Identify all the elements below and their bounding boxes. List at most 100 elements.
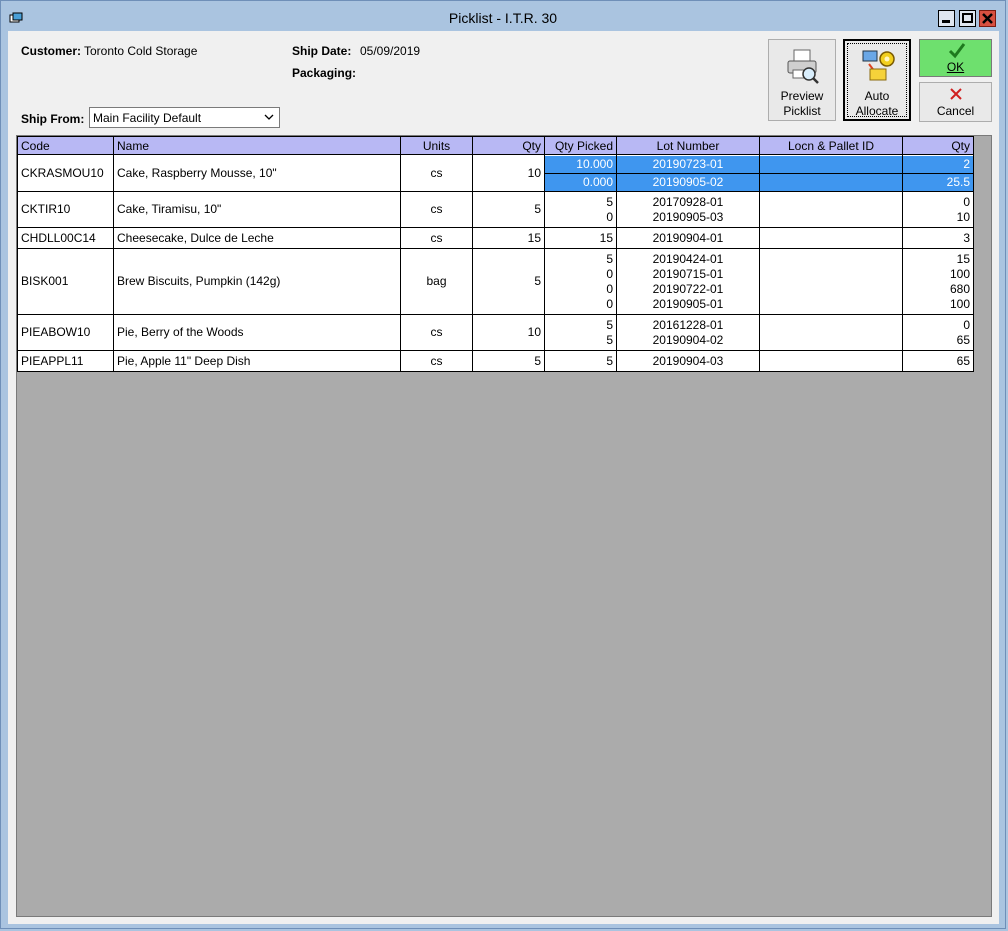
cell-locn-pallet[interactable] (759, 227, 903, 249)
preview-picklist-button[interactable]: Preview Picklist (768, 39, 836, 121)
col-header-lot-number[interactable]: Lot Number (616, 136, 760, 155)
cell-qty-picked[interactable]: 5000 (544, 248, 617, 315)
cell-lot-qty-line: 100 (949, 266, 970, 281)
cell-locn-pallet[interactable] (759, 154, 903, 192)
grid-header-row: Code Name Units Qty Qty Picked Lot Numbe… (17, 136, 974, 155)
table-row[interactable]: PIEABOW10 Pie, Berry of the Woods cs 10 5 5 20… (17, 314, 974, 351)
cell-lot-number-line: 20190722-01 (652, 281, 724, 296)
ok-label: OK (946, 60, 965, 74)
cell-qty-picked-line: 5 (606, 317, 613, 332)
cell-qty-picked-line: 0 (606, 281, 613, 296)
cell-units[interactable]: bag (400, 248, 473, 315)
cell-qty-picked-line: 5 (606, 194, 613, 209)
cell-locn-pallet-line (760, 173, 902, 191)
table-row[interactable]: CHDLL00C14 Cheesecake, Dulce de Leche cs 15… (17, 227, 974, 249)
cell-locn-pallet[interactable] (759, 314, 903, 351)
cell-qty[interactable]: 15 (472, 227, 545, 249)
cell-qty-picked-line: 0 (606, 296, 613, 311)
cell-locn-pallet[interactable] (759, 350, 903, 372)
col-header-units[interactable]: Units (400, 136, 473, 155)
table-row[interactable]: BISK001 Brew Biscuits, Pumpkin (142g) bag 5… (17, 248, 974, 315)
grid-body: CKRASMOU10 Cake, Raspberry Mousse, 10" cs 1… (17, 154, 974, 372)
table-row[interactable]: PIEAPPL11 Pie, Apple 11" Deep Dish cs 5 5 201… (17, 350, 974, 372)
checkmark-icon (948, 43, 966, 59)
cell-lot-qty[interactable]: 3 (902, 227, 974, 249)
cell-name[interactable]: Brew Biscuits, Pumpkin (142g) (113, 248, 401, 315)
cell-lot-qty[interactable]: 0 10 (902, 191, 974, 228)
ship-from-value: Main Facility Default (93, 111, 202, 125)
cell-qty-picked[interactable]: 5 (544, 350, 617, 372)
cell-lot-number[interactable]: 20190424-01 20190715-01 20190722-01 2019090… (616, 248, 760, 315)
ok-button[interactable]: OK (919, 39, 992, 77)
cell-qty[interactable]: 10 (472, 154, 545, 192)
cell-lot-qty[interactable]: 15 100 680 100 (902, 248, 974, 315)
auto-label-2: Allocate (855, 104, 899, 118)
cell-qty[interactable]: 10 (472, 314, 545, 351)
col-header-code[interactable]: Code (17, 136, 114, 155)
cell-qty-picked[interactable]: 50 (544, 191, 617, 228)
cell-lot-qty-line: 25.5 (903, 173, 973, 191)
cell-qty-picked[interactable]: 55 (544, 314, 617, 351)
cell-qty[interactable]: 5 (472, 248, 545, 315)
cell-qty-picked-line: 0 (606, 209, 613, 224)
cell-locn-pallet-line (760, 155, 902, 174)
maximize-button[interactable] (959, 10, 976, 27)
cell-code[interactable]: CHDLL00C14 (17, 227, 114, 249)
cell-lot-number[interactable]: 20190904-01 (616, 227, 760, 249)
cell-qty[interactable]: 5 (472, 191, 545, 228)
cell-code[interactable]: PIEABOW10 (17, 314, 114, 351)
cell-qty-picked-line: 5 (606, 353, 613, 368)
window-title: Picklist - I.T.R. 30 (448, 10, 558, 26)
cell-qty-picked[interactable]: 15 (544, 227, 617, 249)
cell-lot-number[interactable]: 20170928-01 20190905-03 (616, 191, 760, 228)
customer-label: Customer: (21, 44, 82, 58)
cell-lot-number-line: 20190905-01 (652, 296, 724, 311)
cell-units[interactable]: cs (400, 154, 473, 192)
col-header-qty[interactable]: Qty (472, 136, 545, 155)
cell-units[interactable]: cs (400, 227, 473, 249)
ship-from-select[interactable]: Main Facility Default (89, 107, 280, 128)
cell-qty-picked[interactable]: 10.000 0.000 (544, 154, 617, 192)
packaging-label: Packaging: (292, 66, 357, 80)
cell-lot-qty-line: 100 (949, 296, 970, 311)
table-row[interactable]: CKRASMOU10 Cake, Raspberry Mousse, 10" cs 1… (17, 154, 974, 192)
picklist-window: Picklist - I.T.R. 30 Customer: Toronto C… (0, 0, 1006, 929)
col-header-name[interactable]: Name (113, 136, 401, 155)
cancel-button[interactable]: Cancel (919, 82, 992, 122)
cell-lot-number[interactable]: 20190904-03 (616, 350, 760, 372)
col-header-locn-pallet[interactable]: Locn & Pallet ID (759, 136, 903, 155)
cell-units[interactable]: cs (400, 350, 473, 372)
cell-units[interactable]: cs (400, 191, 473, 228)
cell-name[interactable]: Cake, Tiramisu, 10" (113, 191, 401, 228)
cell-units[interactable]: cs (400, 314, 473, 351)
cell-code[interactable]: CKTIR10 (17, 191, 114, 228)
cell-qty-picked-line: 0 (606, 266, 613, 281)
cell-name[interactable]: Pie, Apple 11" Deep Dish (113, 350, 401, 372)
close-button[interactable] (979, 10, 996, 27)
cell-locn-pallet[interactable] (759, 248, 903, 315)
col-header-lot-qty[interactable]: Qty (902, 136, 974, 155)
cell-lot-qty[interactable]: 2 25.5 (902, 154, 974, 192)
table-row[interactable]: CKTIR10 Cake, Tiramisu, 10" cs 5 5 0 20170928-… (17, 191, 974, 228)
auto-allocate-icon (862, 50, 895, 81)
cell-code[interactable]: CKRASMOU10 (17, 154, 114, 192)
cell-locn-pallet[interactable] (759, 191, 903, 228)
cell-lot-number[interactable]: 20161228-01 20190904-02 (616, 314, 760, 351)
cell-code[interactable]: PIEAPPL11 (17, 350, 114, 372)
minimize-button[interactable] (938, 10, 955, 27)
cell-name[interactable]: Cake, Raspberry Mousse, 10" (113, 154, 401, 192)
cell-lot-qty-line: 0 (963, 194, 970, 209)
cell-code[interactable]: BISK001 (17, 248, 114, 315)
cell-name[interactable]: Cheesecake, Dulce de Leche (113, 227, 401, 249)
cell-name[interactable]: Pie, Berry of the Woods (113, 314, 401, 351)
col-header-qty-picked[interactable]: Qty Picked (544, 136, 617, 155)
cell-lot-qty[interactable]: 65 (902, 350, 974, 372)
cell-lot-qty[interactable]: 0 65 (902, 314, 974, 351)
auto-allocate-button[interactable]: Auto Allocate (843, 39, 911, 121)
cell-qty[interactable]: 5 (472, 350, 545, 372)
picklist-grid[interactable]: Code Name Units Qty Qty Picked Lot Numbe… (17, 136, 974, 372)
cancel-label: Cancel (936, 104, 975, 118)
title-bar[interactable]: Picklist - I.T.R. 30 (1, 1, 1005, 31)
cell-lot-qty-line: 15 (956, 251, 970, 266)
cell-lot-number[interactable]: 20190723-01 20190905-02 (616, 154, 760, 192)
